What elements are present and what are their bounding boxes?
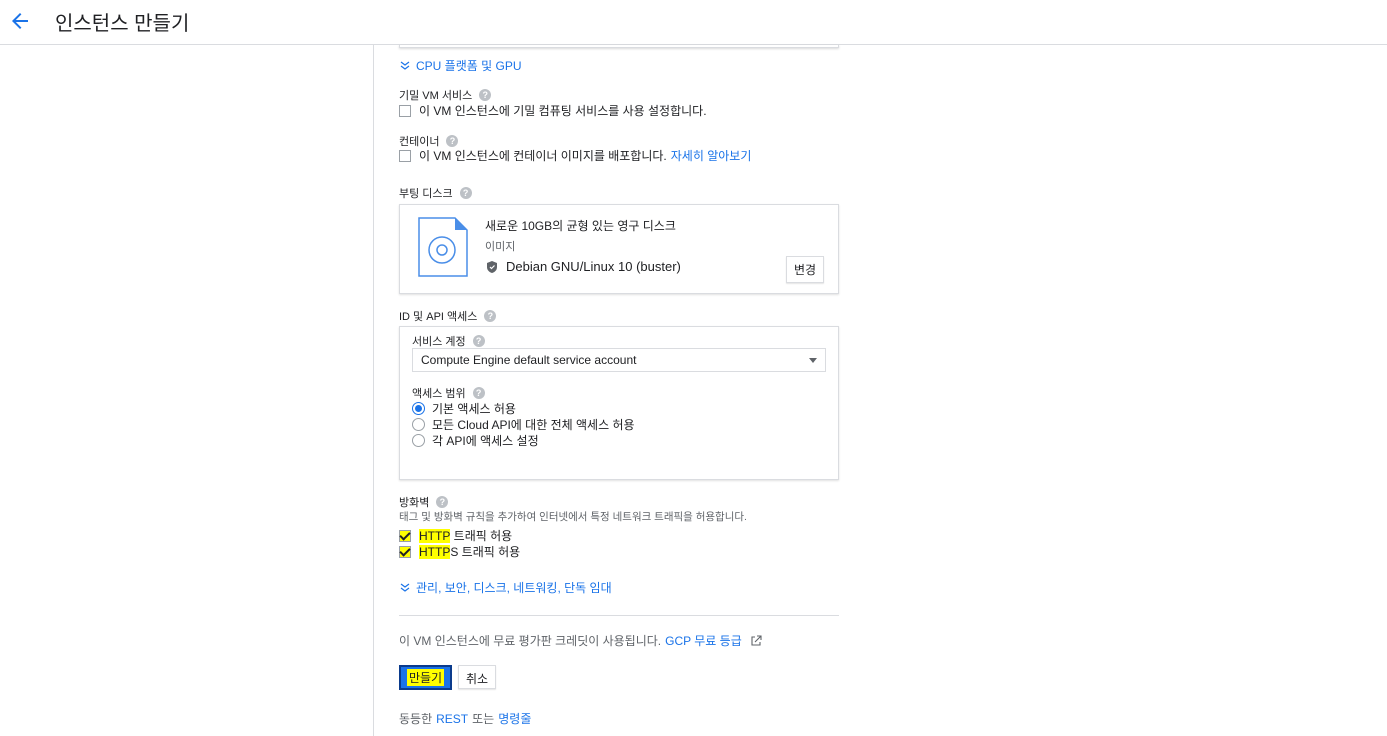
http-checkbox-row[interactable]: HTTP 트래픽 허용 bbox=[399, 527, 512, 544]
container-checkbox-row[interactable]: 이 VM 인스턴스에 컨테이너 이미지를 배포합니다. 자세히 알아보기 bbox=[399, 147, 751, 164]
cancel-button[interactable]: 취소 bbox=[458, 665, 497, 689]
scope-option-label: 기본 액세스 허용 bbox=[432, 402, 516, 416]
free-trial-text: 이 VM 인스턴스에 무료 평가판 크레딧이 사용됩니다. bbox=[399, 634, 662, 648]
http-checkbox[interactable] bbox=[399, 529, 411, 542]
help-icon[interactable]: ? bbox=[484, 310, 497, 322]
confidential-vm-heading: 기밀 VM 서비스 ? bbox=[399, 87, 492, 103]
free-tier-link[interactable]: GCP 무료 등급 bbox=[665, 632, 742, 649]
boot-disk-image-name: Debian GNU/Linux 10 (buster) bbox=[506, 259, 681, 274]
container-checkbox[interactable] bbox=[399, 149, 411, 162]
disk-icon bbox=[418, 217, 468, 277]
firewall-label: 방화벽 bbox=[399, 497, 430, 509]
help-icon[interactable]: ? bbox=[472, 335, 485, 347]
boot-disk-label: 부팅 디스크 bbox=[399, 188, 453, 200]
help-icon[interactable]: ? bbox=[479, 89, 492, 101]
scope-option-custom[interactable]: 각 API에 액세스 설정 bbox=[412, 432, 539, 449]
help-icon[interactable]: ? bbox=[472, 387, 485, 399]
identity-api-card: 서비스 계정 ? Compute Engine default service … bbox=[399, 326, 839, 480]
learn-more-link[interactable]: 자세히 알아보기 bbox=[671, 147, 752, 164]
service-account-label: 서비스 계정 bbox=[412, 336, 466, 348]
service-account-select[interactable]: Compute Engine default service account bbox=[412, 348, 826, 372]
create-instance-form: CPU 플랫폼 및 GPU 기밀 VM 서비스 ? 이 VM 인스턴스에 기밀 … bbox=[375, 45, 1387, 736]
confidential-vm-label: 기밀 VM 서비스 bbox=[399, 90, 473, 102]
service-account-value: Compute Engine default service account bbox=[421, 353, 637, 367]
access-scope-heading: 액세스 범위 ? bbox=[412, 385, 485, 401]
scope-option-default[interactable]: 기본 액세스 허용 bbox=[412, 400, 516, 417]
command-line-link[interactable]: 명령줄 bbox=[498, 710, 531, 727]
create-button-label: 만들기 bbox=[406, 669, 445, 686]
https-highlight: HTTP bbox=[419, 544, 451, 559]
image-label: 이미지 bbox=[485, 241, 516, 253]
https-checkbox-row[interactable]: HTTP S 트래픽 허용 bbox=[399, 543, 520, 560]
http-highlight: HTTP bbox=[419, 528, 451, 543]
change-boot-disk-button[interactable]: 변경 bbox=[786, 256, 825, 283]
left-panel bbox=[0, 45, 374, 736]
identity-api-label: ID 및 API 액세스 bbox=[399, 311, 478, 323]
service-account-heading: 서비스 계정 ? bbox=[412, 333, 485, 349]
help-icon[interactable]: ? bbox=[436, 496, 449, 508]
advanced-options-label: 관리, 보안, 디스크, 네트워킹, 단독 임대 bbox=[416, 581, 612, 595]
boot-disk-image: Debian GNU/Linux 10 (buster) bbox=[485, 259, 681, 274]
dropdown-caret-icon bbox=[809, 357, 817, 363]
rest-link[interactable]: REST bbox=[436, 712, 468, 726]
firewall-heading: 방화벽 ? bbox=[399, 494, 449, 510]
back-arrow-icon[interactable] bbox=[8, 9, 32, 33]
identity-api-heading: ID 및 API 액세스 ? bbox=[399, 308, 497, 324]
confidential-vm-checkbox-row[interactable]: 이 VM 인스턴스에 기밀 컴퓨팅 서비스를 사용 설정합니다. bbox=[399, 102, 707, 119]
boot-disk-title: 새로운 10GB의 균형 있는 영구 디스크 bbox=[485, 219, 676, 233]
equivalent-prefix: 동등한 bbox=[399, 712, 433, 726]
create-button[interactable]: 만들기 bbox=[399, 665, 452, 690]
divider bbox=[399, 615, 839, 616]
cpu-gpu-label: CPU 플랫폼 및 GPU bbox=[416, 59, 522, 73]
double-chevron-down-icon bbox=[400, 61, 410, 70]
confidential-vm-checkbox[interactable] bbox=[399, 104, 411, 117]
boot-disk-heading: 부팅 디스크 ? bbox=[399, 185, 472, 201]
external-link-icon[interactable] bbox=[750, 634, 762, 647]
cpu-gpu-expander[interactable]: CPU 플랫폼 및 GPU bbox=[399, 57, 522, 74]
scope-option-label: 각 API에 액세스 설정 bbox=[432, 434, 539, 448]
help-icon[interactable]: ? bbox=[446, 135, 459, 147]
section-card-bottom bbox=[399, 45, 839, 48]
access-scope-label: 액세스 범위 bbox=[412, 388, 466, 400]
radio-button[interactable] bbox=[412, 402, 425, 415]
https-checkbox[interactable] bbox=[399, 545, 411, 558]
free-trial-note: 이 VM 인스턴스에 무료 평가판 크레딧이 사용됩니다. GCP 무료 등급 bbox=[399, 632, 762, 649]
firewall-description: 태그 및 방화벽 규칙을 추가하여 인터넷에서 특정 네트워크 트래픽을 허용합… bbox=[399, 511, 747, 523]
top-bar: 인스턴스 만들기 bbox=[0, 0, 1387, 45]
advanced-options-expander[interactable]: 관리, 보안, 디스크, 네트워킹, 단독 임대 bbox=[399, 579, 612, 596]
equivalent-middle: 또는 bbox=[472, 712, 495, 726]
shield-icon bbox=[487, 260, 497, 273]
equivalent-commands: 동등한 REST 또는 명령줄 bbox=[399, 710, 531, 727]
http-label: 트래픽 허용 bbox=[450, 529, 513, 543]
boot-disk-card: 새로운 10GB의 균형 있는 영구 디스크 이미지 Debian GNU/Li… bbox=[399, 204, 839, 294]
scope-option-full[interactable]: 모든 Cloud API에 대한 전체 액세스 허용 bbox=[412, 416, 635, 433]
radio-button[interactable] bbox=[412, 418, 425, 431]
confidential-vm-checkbox-label: 이 VM 인스턴스에 기밀 컴퓨팅 서비스를 사용 설정합니다. bbox=[419, 104, 707, 118]
page-title: 인스턴스 만들기 bbox=[55, 13, 190, 35]
container-checkbox-label: 이 VM 인스턴스에 컨테이너 이미지를 배포합니다. bbox=[419, 149, 667, 163]
help-icon[interactable]: ? bbox=[459, 187, 472, 199]
double-chevron-down-icon bbox=[400, 583, 410, 592]
radio-button[interactable] bbox=[412, 434, 425, 447]
https-label: S 트래픽 허용 bbox=[450, 545, 521, 559]
scope-option-label: 모든 Cloud API에 대한 전체 액세스 허용 bbox=[432, 418, 635, 432]
